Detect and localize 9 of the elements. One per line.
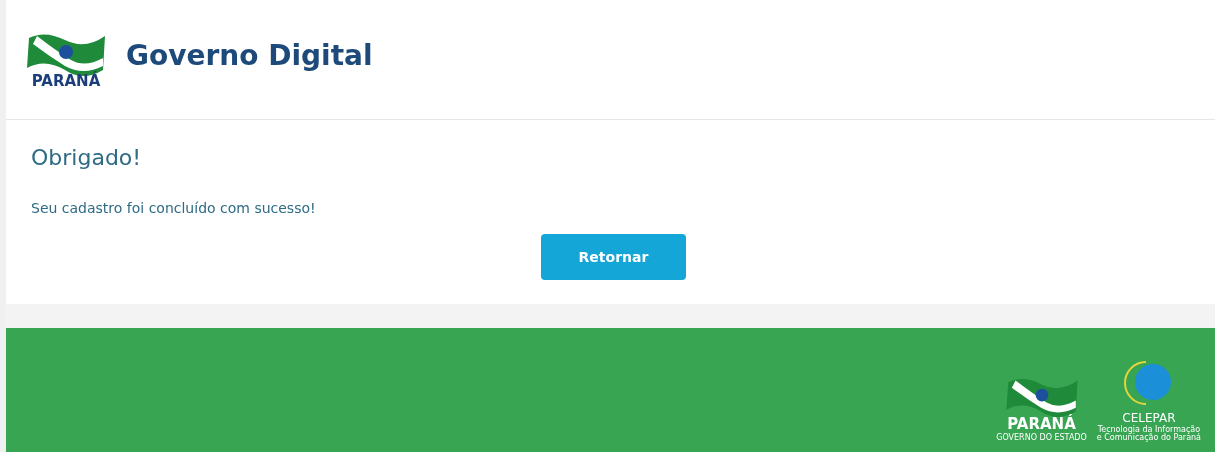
globe-icon xyxy=(1123,358,1174,408)
logo-tagline: e Comunicação do Paraná xyxy=(1096,434,1201,442)
return-button[interactable]: Retornar xyxy=(541,234,686,280)
site-title: Governo Digital xyxy=(126,37,373,74)
logo-tagline: Tecnologia da Informação xyxy=(1097,426,1201,434)
logo-text: CELEPAR xyxy=(1122,412,1176,424)
logo-subtitle: GOVERNO DO ESTADO xyxy=(996,434,1087,442)
heading: Obrigado! xyxy=(31,144,143,172)
success-message: Seu cadastro foi concluído com sucesso! xyxy=(31,198,317,218)
